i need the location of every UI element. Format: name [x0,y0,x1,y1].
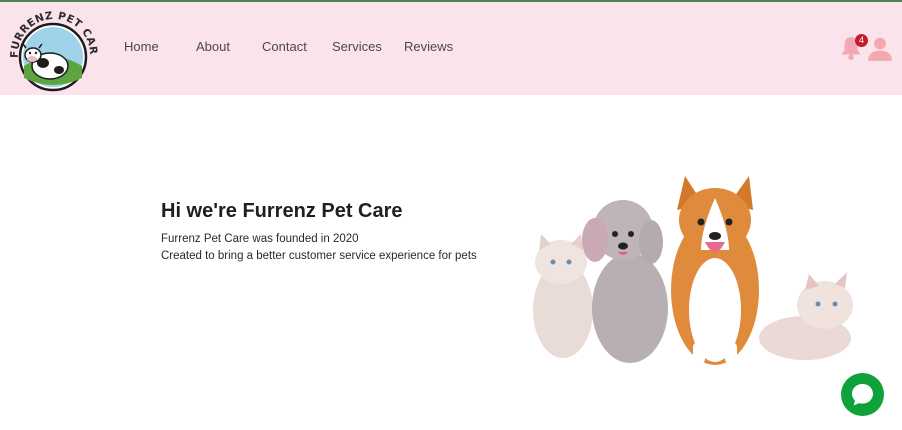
nav-contact-link[interactable]: Contact [262,39,307,54]
brand-logo[interactable]: FURRENZ PET CARE [8,8,98,92]
chat-widget-button[interactable] [841,373,884,416]
hero-title: Hi we're Furrenz Pet Care [161,200,403,222]
user-profile-icon[interactable] [867,36,893,62]
nav-home-link[interactable]: Home [124,39,159,54]
pets-image [525,170,865,370]
nav-reviews-link[interactable]: Reviews [404,39,453,54]
hero-founded-text: Furrenz Pet Care was founded in 2020 [161,233,359,245]
nav-about-link[interactable]: About [196,39,230,54]
chat-bubble-icon [852,384,873,406]
logo-emblem: FURRENZ PET CARE [8,8,98,92]
hero-mission-text: Created to bring a better customer servi… [161,250,477,262]
site-header: FURRENZ PET CARE Home About Contact Serv… [0,2,902,95]
nav-services-link[interactable]: Services [332,39,382,54]
